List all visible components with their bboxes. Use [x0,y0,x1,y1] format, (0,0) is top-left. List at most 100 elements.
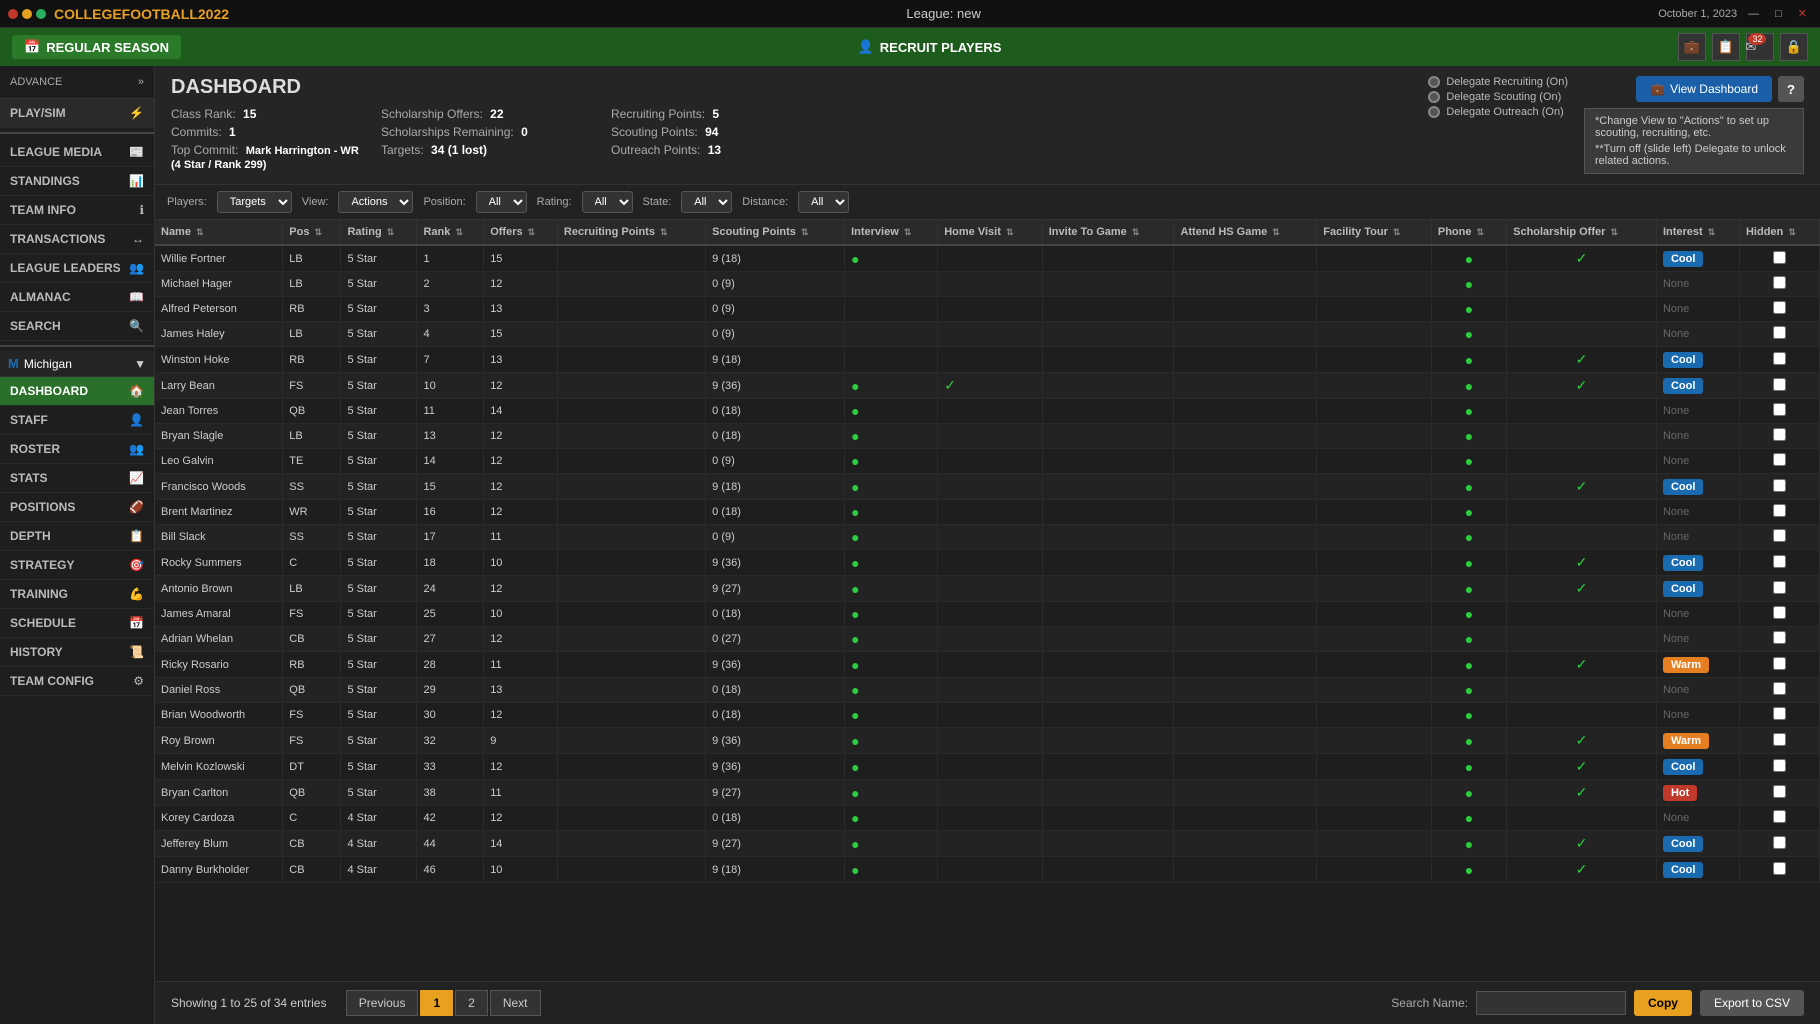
sidebar-item-transactions[interactable]: TRANSACTIONS ↔ [0,225,154,254]
table-row[interactable]: James AmaralFS5 Star25100 (18)●●None [155,602,1820,627]
table-row[interactable]: Danny BurkholderCB4 Star46109 (18)●●✓Coo… [155,857,1820,883]
sidebar-item-stats[interactable]: STATS 📈 [0,464,154,493]
hidden-checkbox[interactable] [1773,631,1786,644]
hidden-checkbox[interactable] [1773,504,1786,517]
col-interest[interactable]: Interest ⇅ [1656,220,1739,245]
delegate-scouting-toggle[interactable] [1428,91,1440,103]
col-invite-game[interactable]: Invite To Game ⇅ [1042,220,1174,245]
table-row[interactable]: Michael HagerLB5 Star2120 (9)●None [155,272,1820,297]
table-row[interactable]: Leo GalvinTE5 Star14120 (9)●●None [155,449,1820,474]
delegate-outreach[interactable]: Delegate Outreach (On) [1428,106,1568,118]
rating-select[interactable]: All [582,191,633,213]
delegate-recruiting[interactable]: Delegate Recruiting (On) [1428,76,1568,88]
sidebar-item-team-config[interactable]: TEAM CONFIG ⚙ [0,667,154,696]
sidebar-item-search[interactable]: SEARCH 🔍 [0,312,154,341]
sidebar-item-league-media[interactable]: LEAGUE MEDIA 📰 [0,138,154,167]
table-row[interactable]: Willie FortnerLB5 Star1159 (18)●●✓Cool [155,245,1820,272]
maximize-btn[interactable]: □ [1770,6,1787,22]
table-row[interactable]: Melvin KozlowskiDT5 Star33129 (36)●●✓Coo… [155,754,1820,780]
hidden-checkbox[interactable] [1773,785,1786,798]
sidebar-item-schedule[interactable]: SCHEDULE 📅 [0,609,154,638]
table-row[interactable]: Korey CardozaC4 Star42120 (18)●●None [155,806,1820,831]
table-row[interactable]: Daniel RossQB5 Star29130 (18)●●None [155,678,1820,703]
sidebar-item-roster[interactable]: ROSTER 👥 [0,435,154,464]
delegate-recruiting-toggle[interactable] [1428,76,1440,88]
hidden-checkbox[interactable] [1773,707,1786,720]
export-csv-btn[interactable]: Export to CSV [1700,990,1804,1016]
table-row[interactable]: Brian WoodworthFS5 Star30120 (18)●●None [155,703,1820,728]
delegate-scouting[interactable]: Delegate Scouting (On) [1428,91,1568,103]
next-btn[interactable]: Next [490,990,541,1016]
hidden-checkbox[interactable] [1773,403,1786,416]
state-select[interactable]: All [681,191,732,213]
table-row[interactable]: Jefferey BlumCB4 Star44149 (27)●●✓Cool [155,831,1820,857]
view-select[interactable]: Actions [338,191,413,213]
hidden-checkbox[interactable] [1773,555,1786,568]
hidden-checkbox[interactable] [1773,759,1786,772]
table-row[interactable]: Roy BrownFS5 Star3299 (36)●●✓Warm [155,728,1820,754]
table-row[interactable]: Bryan CarltonQB5 Star38119 (27)●●✓Hot [155,780,1820,806]
col-phone[interactable]: Phone ⇅ [1431,220,1506,245]
sidebar-item-standings[interactable]: STANDINGS 📊 [0,167,154,196]
hidden-checkbox[interactable] [1773,682,1786,695]
sidebar-item-team-info[interactable]: TEAM INFO ℹ [0,196,154,225]
hidden-checkbox[interactable] [1773,529,1786,542]
col-pos[interactable]: Pos ⇅ [283,220,341,245]
col-rating[interactable]: Rating ⇅ [341,220,417,245]
hidden-checkbox[interactable] [1773,862,1786,875]
hidden-checkbox[interactable] [1773,810,1786,823]
hidden-checkbox[interactable] [1773,479,1786,492]
briefcase-icon[interactable]: 💼 [1678,33,1706,61]
advance-btn[interactable]: ADVANCE » [10,72,144,92]
col-hidden[interactable]: Hidden ⇅ [1739,220,1819,245]
hidden-checkbox[interactable] [1773,581,1786,594]
position-select[interactable]: All [476,191,527,213]
sidebar-item-almanac[interactable]: ALMANAC 📖 [0,283,154,312]
col-rank[interactable]: Rank ⇅ [417,220,484,245]
table-row[interactable]: Antonio BrownLB5 Star24129 (27)●●✓Cool [155,576,1820,602]
delegate-outreach-toggle[interactable] [1428,106,1440,118]
minimize-btn[interactable]: — [1743,6,1764,22]
hidden-checkbox[interactable] [1773,251,1786,264]
table-row[interactable]: James HaleyLB5 Star4150 (9)●None [155,322,1820,347]
hidden-checkbox[interactable] [1773,836,1786,849]
sidebar-item-depth[interactable]: DEPTH 📋 [0,522,154,551]
mail-icon[interactable]: ✉ 32 [1746,33,1774,61]
sidebar-item-league-leaders[interactable]: LEAGUE LEADERS 👥 [0,254,154,283]
view-dashboard-btn[interactable]: 💼 View Dashboard [1636,76,1772,102]
col-facility[interactable]: Facility Tour ⇅ [1317,220,1432,245]
table-row[interactable]: Francisco WoodsSS5 Star15129 (18)●●✓Cool [155,474,1820,500]
table-row[interactable]: Bill SlackSS5 Star17110 (9)●●None [155,525,1820,550]
page-2-btn[interactable]: 2 [455,990,488,1016]
distance-select[interactable]: All [798,191,849,213]
hidden-checkbox[interactable] [1773,428,1786,441]
sidebar-item-dashboard[interactable]: DASHBOARD 🏠 [0,377,154,406]
col-interview[interactable]: Interview ⇅ [845,220,938,245]
sidebar-item-strategy[interactable]: STRATEGY 🎯 [0,551,154,580]
table-row[interactable]: Alfred PetersonRB5 Star3130 (9)●None [155,297,1820,322]
table-row[interactable]: Adrian WhelanCB5 Star27120 (27)●●None [155,627,1820,652]
hidden-checkbox[interactable] [1773,733,1786,746]
col-rec-pts[interactable]: Recruiting Points ⇅ [557,220,705,245]
table-row[interactable]: Rocky SummersC5 Star18109 (36)●●✓Cool [155,550,1820,576]
col-attend-hs[interactable]: Attend HS Game ⇅ [1174,220,1317,245]
season-section[interactable]: 📅 REGULAR SEASON [12,35,181,59]
table-row[interactable]: Brent MartinezWR5 Star16120 (18)●●None [155,500,1820,525]
hidden-checkbox[interactable] [1773,326,1786,339]
table-row[interactable]: Bryan SlagleLB5 Star13120 (18)●●None [155,424,1820,449]
col-scholarship[interactable]: Scholarship Offer ⇅ [1507,220,1657,245]
prev-btn[interactable]: Previous [346,990,419,1016]
page-1-btn[interactable]: 1 [420,990,453,1016]
clipboard-icon[interactable]: 📋 [1712,33,1740,61]
sidebar-item-staff[interactable]: STAFF 👤 [0,406,154,435]
col-offers[interactable]: Offers ⇅ [484,220,558,245]
sidebar-item-training[interactable]: TRAINING 💪 [0,580,154,609]
hidden-checkbox[interactable] [1773,453,1786,466]
hidden-checkbox[interactable] [1773,378,1786,391]
team-selector[interactable]: M Michigan ▼ [0,351,154,377]
close-btn[interactable]: ✕ [1793,5,1812,22]
hidden-checkbox[interactable] [1773,657,1786,670]
table-row[interactable]: Winston HokeRB5 Star7139 (18)●✓Cool [155,347,1820,373]
hidden-checkbox[interactable] [1773,606,1786,619]
search-name-input[interactable] [1476,991,1626,1015]
